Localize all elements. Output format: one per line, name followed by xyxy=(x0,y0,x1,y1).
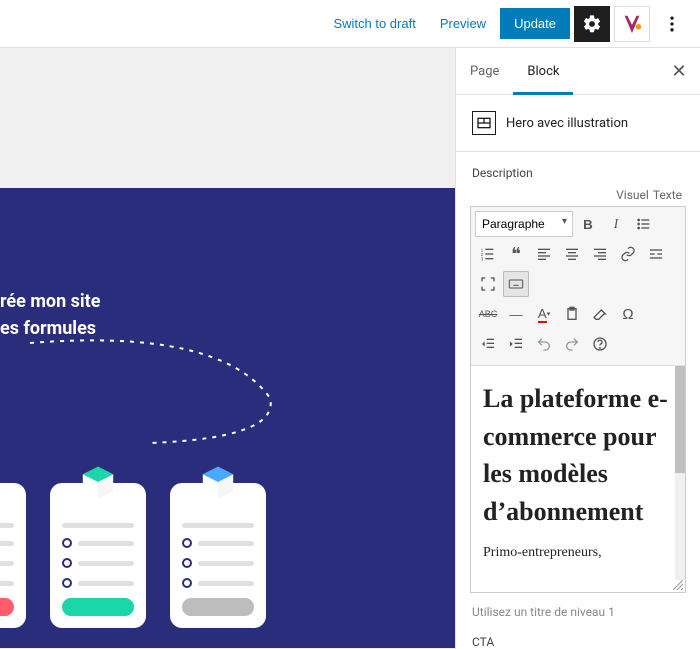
preview-button[interactable]: Preview xyxy=(430,10,496,37)
editor-toolbar: Paragraphe B I 123 ❝ xyxy=(471,207,685,366)
pricing-card xyxy=(50,483,146,628)
pricing-card xyxy=(170,483,266,628)
close-icon: ✕ xyxy=(671,61,686,81)
clear-formatting-button[interactable] xyxy=(587,301,613,327)
align-right-icon xyxy=(592,246,608,262)
fullscreen-button[interactable] xyxy=(475,271,501,297)
cta-label: CTA xyxy=(456,625,700,649)
format-select[interactable]: Paragraphe xyxy=(475,211,573,237)
yoast-icon xyxy=(621,13,643,35)
settings-button[interactable] xyxy=(574,6,610,42)
outdent-button[interactable] xyxy=(475,331,501,357)
hero-block[interactable]: rée mon site es formules xyxy=(0,188,455,648)
block-type-label: Hero avec illustration xyxy=(506,116,628,131)
block-sidebar: Page Block ✕ Hero avec illustration Desc… xyxy=(455,48,700,649)
editor-paragraph[interactable]: Primo-entrepreneurs, xyxy=(483,545,673,561)
bold-button[interactable]: B xyxy=(575,211,601,237)
hero-cards xyxy=(0,483,266,628)
link-icon xyxy=(620,246,636,262)
align-right-button[interactable] xyxy=(587,241,613,267)
gear-icon xyxy=(582,14,602,34)
numbered-list-button[interactable]: 123 xyxy=(475,241,501,267)
close-sidebar-button[interactable]: ✕ xyxy=(664,56,694,86)
list-ul-icon xyxy=(636,216,652,232)
text-color-button[interactable]: A▾ xyxy=(531,301,557,327)
block-type-row: Hero avec illustration xyxy=(456,95,700,152)
help-button[interactable] xyxy=(587,331,613,357)
pricing-card xyxy=(0,483,26,628)
visual-tab[interactable]: Visuel xyxy=(614,186,651,204)
undo-button[interactable] xyxy=(531,331,557,357)
paste-text-button[interactable] xyxy=(559,301,585,327)
editor-topbar: Switch to draft Preview Update xyxy=(0,0,700,48)
redo-icon xyxy=(564,336,580,352)
box-icon xyxy=(79,463,117,501)
link-button[interactable] xyxy=(615,241,641,267)
align-left-button[interactable] xyxy=(531,241,557,267)
more-options-button[interactable] xyxy=(654,6,690,42)
dotted-path-decoration xyxy=(20,338,280,448)
read-more-icon xyxy=(648,246,664,262)
editor-scrollbar[interactable] xyxy=(675,366,685,580)
help-icon xyxy=(592,336,608,352)
text-color-icon: A xyxy=(538,306,547,323)
field-hint: Utilisez un titre de niveau 1 xyxy=(456,599,700,625)
indent-button[interactable] xyxy=(503,331,529,357)
bold-icon: B xyxy=(583,217,593,232)
sidebar-tabs: Page Block ✕ xyxy=(456,48,700,95)
strikethrough-button[interactable]: ABC xyxy=(475,301,501,327)
italic-icon: I xyxy=(614,216,618,232)
rich-text-editor: Paragraphe B I 123 ❝ xyxy=(470,206,686,593)
hr-button[interactable]: — xyxy=(503,301,529,327)
eraser-icon xyxy=(592,306,608,322)
list-ol-icon: 123 xyxy=(480,246,496,262)
bullet-list-button[interactable] xyxy=(631,211,657,237)
block-type-icon xyxy=(472,111,496,135)
align-center-icon xyxy=(564,246,580,262)
toolbar-toggle-button[interactable] xyxy=(503,271,529,297)
editor-textarea[interactable]: La plateforme e-commerce pour les modèle… xyxy=(471,366,685,592)
hero-text: rée mon site es formules xyxy=(0,288,100,342)
italic-button[interactable]: I xyxy=(603,211,629,237)
editor-mode-tabs: VisuelTexte xyxy=(456,186,700,204)
editor-heading[interactable]: La plateforme e-commerce pour les modèle… xyxy=(483,380,673,531)
quote-icon: ❝ xyxy=(511,244,521,265)
keyboard-icon xyxy=(508,276,524,292)
box-icon xyxy=(199,463,237,501)
insert-more-button[interactable] xyxy=(643,241,669,267)
description-label: Description xyxy=(456,152,700,186)
align-center-button[interactable] xyxy=(559,241,585,267)
dots-vertical-icon xyxy=(662,14,682,34)
svg-text:3: 3 xyxy=(481,257,484,262)
undo-icon xyxy=(536,336,552,352)
indent-icon xyxy=(508,336,524,352)
switch-to-draft-button[interactable]: Switch to draft xyxy=(323,10,425,37)
outdent-icon xyxy=(480,336,496,352)
omega-icon: Ω xyxy=(622,306,633,323)
redo-button[interactable] xyxy=(559,331,585,357)
resize-handle-icon[interactable] xyxy=(673,580,683,590)
blockquote-button[interactable]: ❝ xyxy=(503,241,529,267)
clipboard-icon xyxy=(564,306,580,322)
yoast-button[interactable] xyxy=(614,6,650,42)
align-left-icon xyxy=(536,246,552,262)
tab-block[interactable]: Block xyxy=(513,48,573,95)
editor-main: rée mon site es formules xyxy=(0,48,700,649)
hero-line-1: rée mon site xyxy=(0,288,100,315)
update-button[interactable]: Update xyxy=(500,8,570,39)
fullscreen-icon xyxy=(480,276,496,292)
special-char-button[interactable]: Ω xyxy=(615,301,641,327)
hr-icon: — xyxy=(509,307,522,322)
editor-canvas[interactable]: rée mon site es formules xyxy=(0,48,455,649)
text-tab[interactable]: Texte xyxy=(651,186,684,204)
tab-page[interactable]: Page xyxy=(456,48,513,95)
strikethrough-icon: ABC xyxy=(479,309,498,319)
